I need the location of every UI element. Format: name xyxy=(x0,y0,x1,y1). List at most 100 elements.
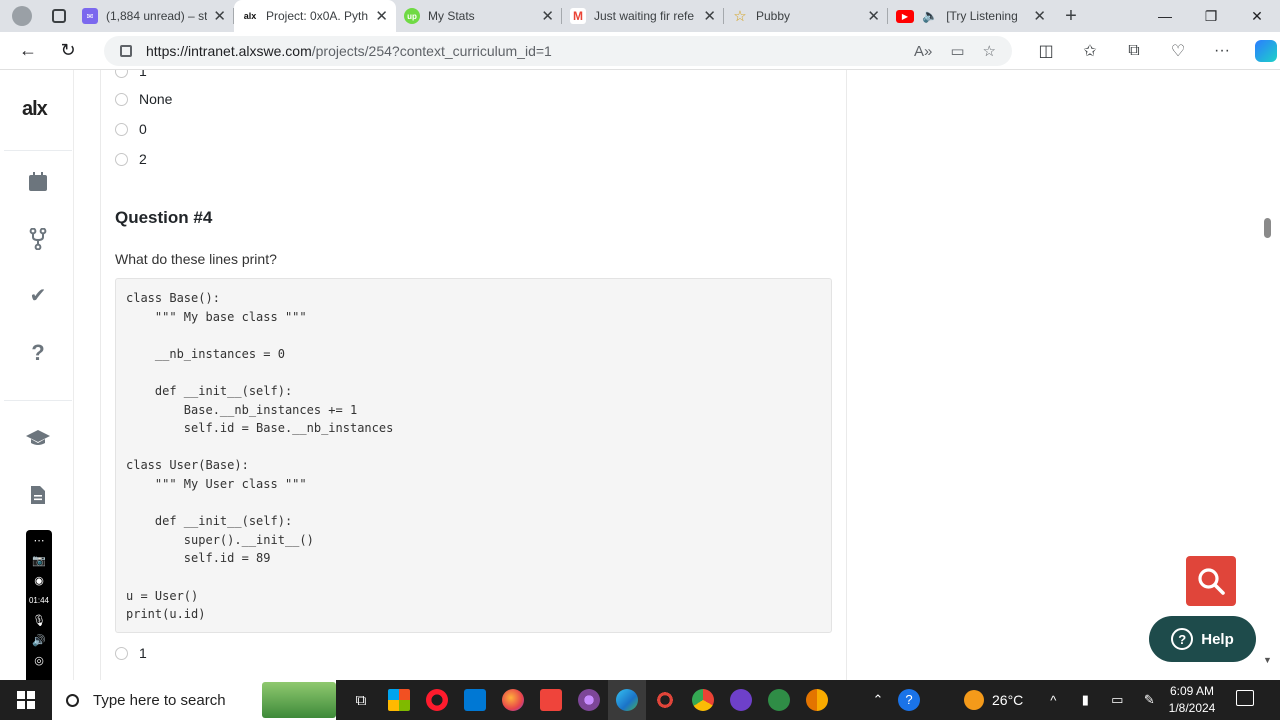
tab-title: Just waiting fir refe xyxy=(594,9,695,23)
checkmark-icon[interactable]: ✔ xyxy=(25,282,51,308)
notification-icon[interactable] xyxy=(1236,690,1254,706)
windows-icon xyxy=(17,691,35,709)
favorites-icon[interactable]: ✩ xyxy=(1068,41,1112,61)
github-icon[interactable] xyxy=(722,680,760,720)
address-bar[interactable]: https://intranet.alxswe.com/projects/254… xyxy=(104,36,1012,66)
close-icon[interactable]: ✕ xyxy=(213,7,226,25)
tab-project[interactable]: alx Project: 0x0A. Pyth ✕ xyxy=(234,0,396,32)
refresh-icon[interactable]: ↻ xyxy=(48,32,88,70)
speaker-icon[interactable]: 🔈 xyxy=(922,8,938,24)
immersive-reader-icon[interactable]: ▭ xyxy=(950,42,964,60)
radio-button[interactable] xyxy=(115,646,128,660)
close-icon[interactable]: ✕ xyxy=(1033,7,1046,25)
answer-option[interactable]: 2 xyxy=(115,149,147,169)
tab-gmail[interactable]: M Just waiting fir refe ✕ xyxy=(562,0,724,32)
tab-title: (1,884 unread) – st xyxy=(106,9,208,23)
calendar-icon[interactable] xyxy=(25,169,51,195)
help-tray-icon[interactable]: ? xyxy=(898,689,920,711)
browser-essentials-icon[interactable]: ♡ xyxy=(1156,41,1200,61)
tab-youtube[interactable]: ▶ 🔈 [Try Listening ✕ xyxy=(888,0,1054,32)
start-button[interactable] xyxy=(0,680,52,720)
taskbar-clock[interactable]: 6:09 AM 1/8/2024 xyxy=(1160,683,1224,717)
question-icon[interactable]: ? xyxy=(25,340,51,366)
scroll-down-arrow[interactable]: ▼ xyxy=(1263,655,1272,665)
split-screen-icon[interactable]: ◫ xyxy=(1024,41,1068,61)
git-branch-icon[interactable] xyxy=(25,226,51,252)
windows-taskbar: Type here to search ⧉ ⌃ ? 26°C ^ ▮ ▭ ✎ 6… xyxy=(0,680,1280,720)
tray-overflow-icon[interactable]: ⌃ xyxy=(862,692,894,708)
tab-mail[interactable]: ✉ (1,884 unread) – st ✕ xyxy=(74,0,234,32)
alx-icon: alx xyxy=(242,8,258,24)
restore-icon[interactable]: ❐ xyxy=(1188,0,1234,32)
geeksforgeeks-icon[interactable] xyxy=(760,680,798,720)
scrollbar-thumb[interactable] xyxy=(1264,218,1271,238)
question-title: Question #4 xyxy=(115,208,213,227)
speaker-icon[interactable]: 🔊 xyxy=(32,634,46,648)
new-tab-button[interactable]: + xyxy=(1054,5,1088,28)
answer-option[interactable]: 1 xyxy=(115,70,147,81)
radio-button[interactable] xyxy=(115,152,128,166)
read-aloud-icon[interactable]: A» xyxy=(914,43,932,60)
anydesk-icon[interactable] xyxy=(532,680,570,720)
close-window-icon[interactable]: ✕ xyxy=(1234,0,1280,32)
close-icon[interactable]: ✕ xyxy=(703,7,716,25)
show-hidden-icons[interactable]: ^ xyxy=(1037,693,1069,708)
search-placeholder: Type here to search xyxy=(93,691,226,709)
tor-browser-icon[interactable] xyxy=(570,680,608,720)
search-button[interactable] xyxy=(1186,556,1236,606)
search-icon xyxy=(66,693,79,707)
favorite-star-icon[interactable]: ☆ xyxy=(983,42,996,60)
back-icon[interactable]: ← xyxy=(8,32,48,70)
close-icon[interactable]: ✕ xyxy=(867,7,880,25)
answer-option[interactable]: 1 xyxy=(115,643,147,663)
url-path: /projects/254?context_curriculum_id=1 xyxy=(311,43,552,59)
taskbar-search-box[interactable]: Type here to search xyxy=(52,680,336,720)
radio-button[interactable] xyxy=(115,122,128,136)
record-icon[interactable]: ◉ xyxy=(34,574,44,588)
radio-button[interactable] xyxy=(115,70,128,78)
temperature: 26°C xyxy=(992,692,1024,708)
task-view-icon[interactable]: ⧉ xyxy=(342,680,380,720)
more-options-icon[interactable]: ··· xyxy=(1200,42,1244,60)
recorder-menu-icon[interactable]: ⋯ xyxy=(34,534,45,548)
question-text: What do these lines print? xyxy=(115,251,277,267)
chrome-icon[interactable] xyxy=(684,680,722,720)
minimize-icon[interactable]: — xyxy=(1142,0,1188,32)
code-block: class Base(): """ My base class """ __nb… xyxy=(115,278,832,633)
search-highlight-image xyxy=(262,682,336,718)
firefox-icon[interactable] xyxy=(494,680,532,720)
battery-icon[interactable]: ▭ xyxy=(1101,692,1133,708)
tab-title: [Try Listening xyxy=(946,9,1018,23)
chrome-canary-icon[interactable] xyxy=(798,680,836,720)
answer-option[interactable]: None xyxy=(115,89,172,109)
usb-device-icon[interactable]: ▮ xyxy=(1069,692,1101,708)
graduation-cap-icon[interactable] xyxy=(25,425,51,451)
profile-icon[interactable] xyxy=(0,0,44,32)
microphone-icon[interactable]: 🎙 xyxy=(32,614,46,628)
weather-widget[interactable]: 26°C xyxy=(964,690,1023,710)
close-icon[interactable]: ✕ xyxy=(541,7,554,25)
workspaces-icon[interactable] xyxy=(44,0,74,32)
copilot-icon[interactable] xyxy=(1255,40,1277,62)
document-icon[interactable] xyxy=(25,482,51,508)
microsoft-store-icon[interactable] xyxy=(380,680,418,720)
webcam-icon[interactable]: ◎ xyxy=(34,654,44,668)
camera-icon[interactable]: 📷 xyxy=(32,554,46,568)
recorder-app-icon[interactable] xyxy=(646,680,684,720)
option-label: None xyxy=(139,91,173,107)
tab-pubby[interactable]: ☆ Pubby ✕ xyxy=(724,0,888,32)
vscode-icon[interactable] xyxy=(456,680,494,720)
answer-option[interactable]: 0 xyxy=(115,119,147,139)
help-button[interactable]: ? Help xyxy=(1149,616,1256,662)
radio-button[interactable] xyxy=(115,92,128,106)
alx-logo[interactable]: alx xyxy=(22,98,48,121)
recorder-time: 01:44 xyxy=(28,596,50,605)
edge-icon[interactable] xyxy=(608,680,646,720)
opera-icon[interactable] xyxy=(418,680,456,720)
collections-icon[interactable]: ⧉ xyxy=(1112,42,1156,60)
lock-icon[interactable] xyxy=(120,45,132,57)
close-icon[interactable]: ✕ xyxy=(375,7,388,25)
option-label: 1 xyxy=(139,645,147,661)
tab-my-stats[interactable]: up My Stats ✕ xyxy=(396,0,562,32)
gmail-icon: M xyxy=(570,8,586,24)
